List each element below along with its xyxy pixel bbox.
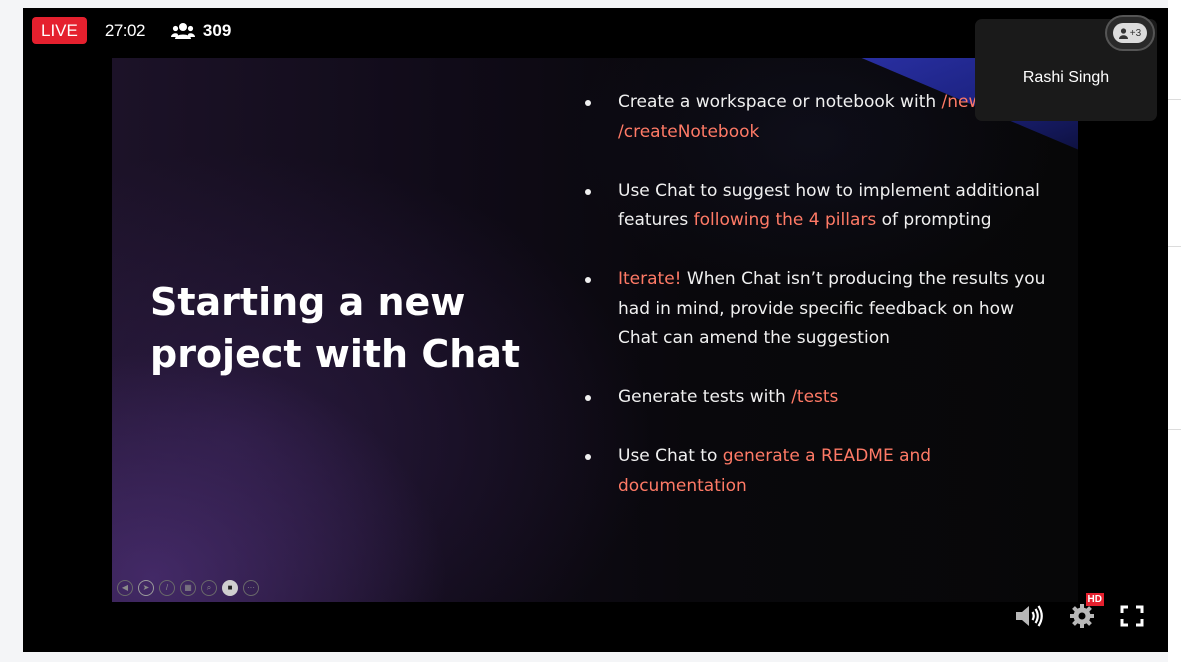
bullet-highlight-text: /tests: [791, 387, 839, 407]
speaker-name: Rashi Singh: [1022, 69, 1110, 86]
previous-slide-icon: ◀: [117, 580, 133, 596]
pen-icon: /: [159, 580, 175, 596]
bullet-text: Use Chat to: [618, 446, 723, 466]
bullet-text: of prompting: [876, 210, 992, 230]
presentation-slide: Starting a new project with Chat Create …: [112, 58, 1078, 602]
bullet-text: Generate tests with: [618, 387, 792, 407]
bullet-highlight-text: following the 4 pillars: [693, 210, 877, 230]
page-gutter: [1168, 0, 1181, 662]
slide-bullet: Use Chat to suggest how to implement add…: [585, 177, 1055, 236]
live-badge: LIVE: [32, 17, 87, 44]
slide-bullet: Iterate! When Chat isn’t producing the r…: [585, 265, 1055, 354]
elapsed-time: 27:02: [104, 20, 146, 40]
slide-bullet: Use Chat to generate a README and docume…: [585, 442, 1055, 501]
bullet-text: Create a workspace or notebook with: [618, 92, 942, 112]
volume-button[interactable]: [1014, 604, 1044, 628]
camera-icon: ■: [222, 580, 238, 596]
slide-toolbar: ◀ ➤ / ▦ ⌕ ■ ···: [117, 580, 259, 596]
viewer-counter: 309: [170, 20, 232, 41]
video-player[interactable]: Starting a new project with Chat Create …: [23, 8, 1168, 652]
slides-grid-icon: ▦: [180, 580, 196, 596]
viewers-icon: [170, 22, 195, 39]
gear-icon: [1070, 604, 1094, 628]
slide-bullet: Generate tests with /tests: [585, 383, 1055, 413]
participants-badge[interactable]: +3: [1105, 15, 1155, 51]
zoom-icon: ⌕: [201, 580, 217, 596]
settings-button[interactable]: HD: [1070, 593, 1104, 628]
viewer-count: 309: [202, 20, 232, 40]
stream-status-bar: LIVE 27:02 309: [32, 17, 231, 44]
pointer-icon: ➤: [138, 580, 154, 596]
slide-bullet-list: Create a workspace or notebook with /new…: [585, 88, 1055, 531]
more-options-icon: ···: [243, 580, 259, 596]
fullscreen-icon: [1120, 605, 1144, 627]
slide-title: Starting a new project with Chat: [150, 280, 521, 376]
volume-icon: [1016, 605, 1043, 627]
bullet-highlight-text: /createNotebook: [618, 121, 760, 142]
hd-badge: HD: [1085, 593, 1104, 606]
fullscreen-button[interactable]: [1120, 605, 1144, 627]
person-icon: [1118, 27, 1128, 39]
bullet-highlight-text: Iterate!: [618, 269, 682, 289]
participants-extra-count: +3: [1129, 27, 1142, 39]
player-controls: HD: [1014, 593, 1144, 628]
bullet-text: When Chat isn’t producing the results yo…: [618, 269, 1046, 348]
active-speaker-card[interactable]: +3 Rashi Singh: [975, 15, 1157, 121]
